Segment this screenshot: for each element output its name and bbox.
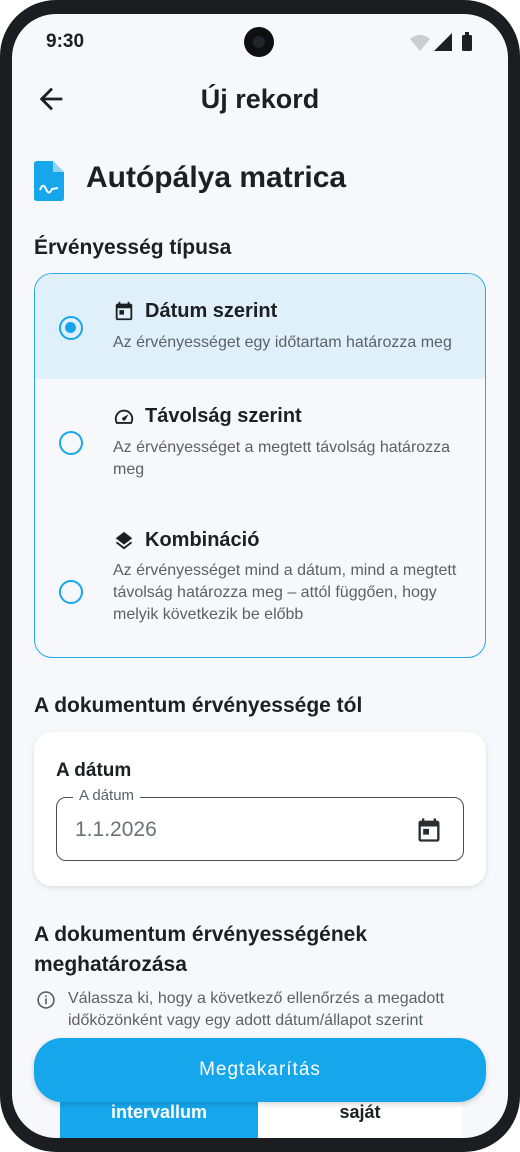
document-header: Autópálya matrica: [34, 159, 494, 203]
info-icon: [37, 991, 55, 1009]
valid-from-heading: A dokumentum érvényessége tól: [34, 694, 363, 717]
page-title: Új rekord: [200, 84, 320, 114]
valid-from-card: A dátum A dátum 1.1.2026: [34, 732, 486, 886]
option-title: Távolság szerint: [145, 405, 302, 427]
app-bar: Új rekord: [12, 76, 508, 126]
radio-by-distance[interactable]: [59, 431, 83, 455]
document-icon: [34, 161, 64, 201]
info-text: Válassza ki, hogy a következő ellenőrzés…: [68, 990, 445, 1029]
option-by-date[interactable]: Dátum szerint Az érvényességet egy időta…: [35, 274, 485, 379]
date-field-value: 1.1.2026: [75, 818, 157, 841]
option-description: Az érvényességet a megtett távolság hatá…: [113, 439, 451, 478]
device-frame: 9:30 Új rekord Autópálya matrica Érvénye…: [0, 0, 520, 1152]
status-time: 9:30: [46, 31, 85, 52]
battery-icon: [462, 35, 472, 51]
status-icons: [410, 32, 472, 51]
document-title: Autópálya matrica: [86, 161, 347, 194]
wifi-icon: [410, 35, 430, 51]
validity-type-radio-group: Dátum szerint Az érvényességet egy időta…: [34, 273, 486, 658]
date-card-label: A dátum: [56, 760, 132, 781]
radio-combination[interactable]: [59, 580, 83, 604]
calendar-picker-icon[interactable]: [415, 816, 443, 844]
option-description: Az érvényességet mind a dátum, mind a me…: [113, 562, 457, 623]
interval-tabs: intervallum saját: [60, 1098, 462, 1138]
front-camera: [244, 27, 274, 57]
option-title: Dátum szerint: [145, 300, 278, 322]
status-bar: 9:30: [12, 14, 508, 66]
tab-interval[interactable]: intervallum: [60, 1098, 258, 1138]
layers-icon: [115, 531, 133, 550]
speedometer-icon: [114, 409, 134, 424]
date-input-field[interactable]: A dátum 1.1.2026: [56, 787, 464, 861]
signal-icon: [434, 33, 452, 51]
option-description: Az érvényességet egy időtartam határozza…: [113, 334, 452, 351]
option-combination[interactable]: Kombináció Az érvényességet mind a dátum…: [35, 507, 485, 657]
tab-own[interactable]: saját: [258, 1098, 462, 1138]
determination-heading: A dokumentum érvényességének meghatározá…: [34, 923, 368, 976]
date-field-label: A dátum: [73, 787, 141, 804]
option-by-distance[interactable]: Távolság szerint Az érvényességet a megt…: [35, 379, 485, 507]
save-button[interactable]: Megtakarítás: [34, 1038, 486, 1102]
calendar-icon: [115, 301, 133, 321]
radio-by-date[interactable]: [59, 316, 83, 340]
validity-type-heading: Érvényesség típusa: [34, 236, 232, 259]
option-title: Kombináció: [145, 529, 260, 551]
screen: 9:30 Új rekord Autópálya matrica Érvénye…: [12, 14, 508, 1138]
